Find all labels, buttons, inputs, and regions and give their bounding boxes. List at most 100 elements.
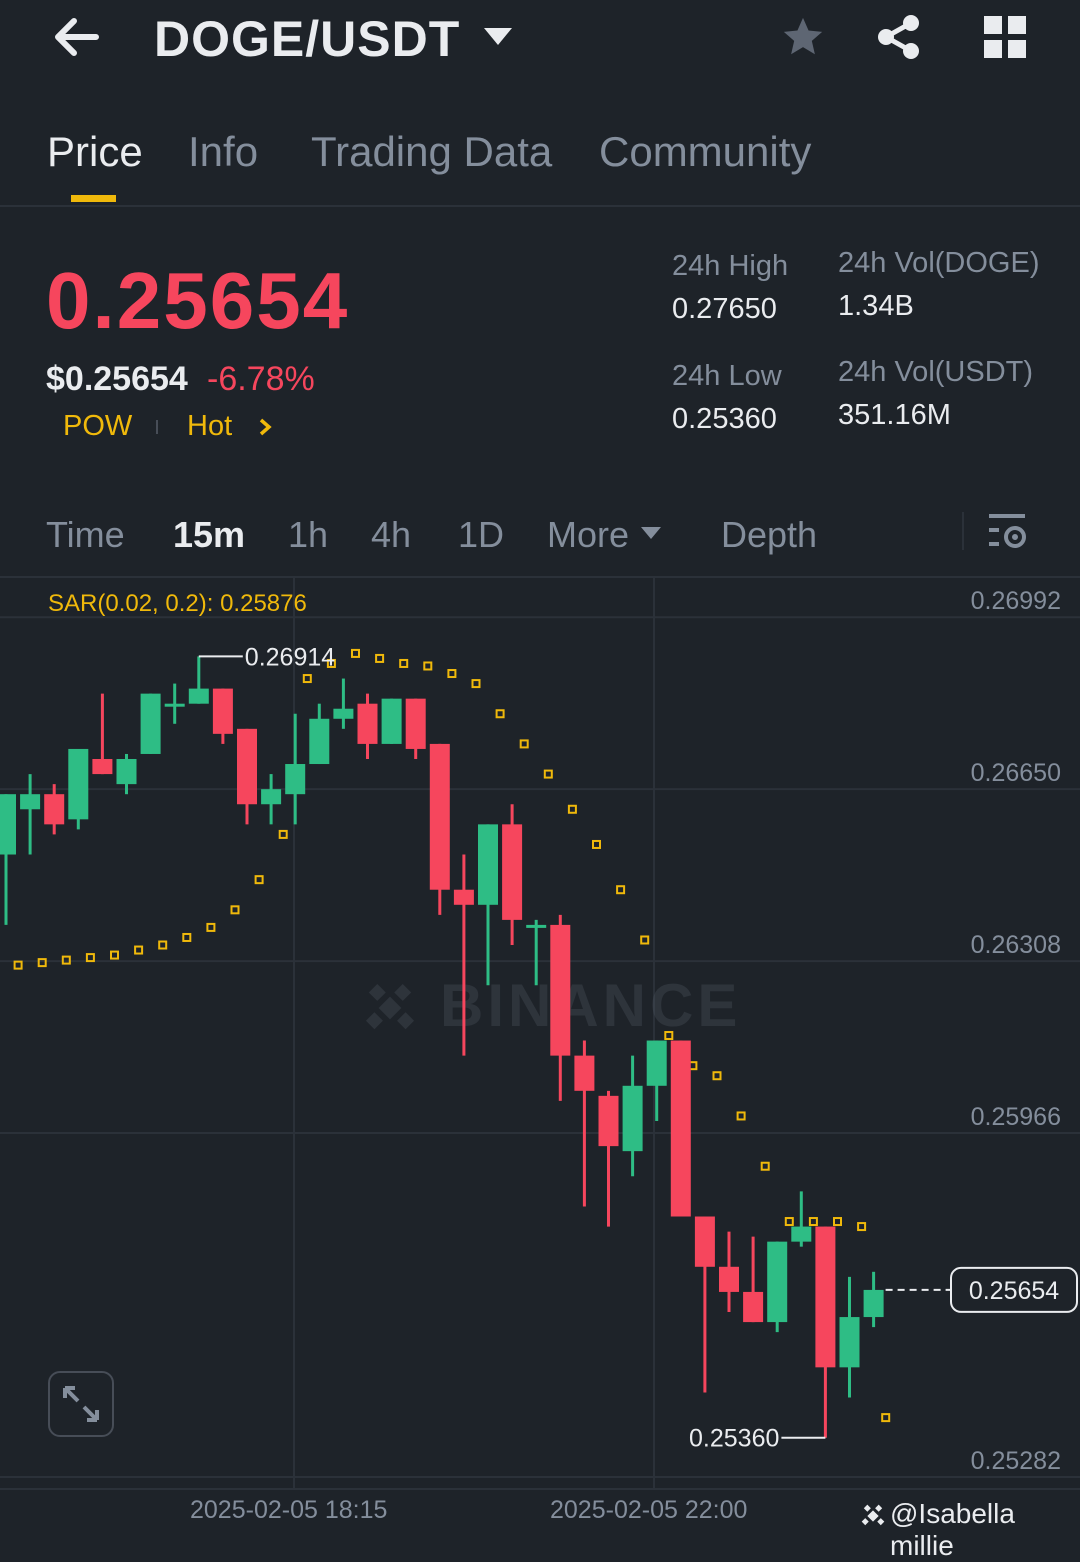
candle-body: [333, 708, 354, 719]
sar-dot: [85, 953, 95, 963]
sar-dot: [471, 679, 481, 689]
candle-body: [188, 688, 209, 704]
timeframe-1h[interactable]: 1h: [288, 514, 328, 556]
y-tick-label: 0.25282: [971, 1447, 1061, 1475]
creator-logo-icon: [859, 1502, 887, 1535]
sar-dot: [254, 875, 264, 885]
candle-body: [502, 824, 523, 920]
candle-body: [0, 794, 16, 855]
timeframe-4h[interactable]: 4h: [371, 514, 411, 556]
y-tick-label: 0.26308: [971, 931, 1061, 959]
sar-dot: [712, 1071, 722, 1081]
candle-body: [405, 698, 426, 749]
chart-area[interactable]: 0.26992 0.26650 0.26308 0.25966 0.25282 BINA…: [0, 578, 1080, 1488]
sar-dot: [784, 1217, 794, 1227]
candle-body: [550, 924, 571, 1056]
y-tick-label: 0.26650: [971, 759, 1061, 787]
watermark-text: BINANCE: [440, 972, 741, 1039]
sar-dot: [230, 905, 240, 915]
candle-body: [791, 1226, 812, 1242]
sar-dot: [206, 922, 216, 932]
expand-icon: [62, 1385, 100, 1428]
sar-dot: [857, 1222, 867, 1232]
vol-usdt-value: 351.16M: [838, 399, 951, 431]
sar-dot: [61, 955, 71, 965]
star-icon[interactable]: [780, 14, 826, 65]
tab-price[interactable]: Price: [47, 128, 143, 176]
sar-dot: [278, 829, 288, 839]
creator-credit: @Isabella millie: [890, 1498, 1015, 1561]
more-caret-icon[interactable]: [641, 527, 661, 545]
tab-trading-data[interactable]: Trading Data: [311, 128, 552, 176]
candle-body: [670, 1040, 691, 1217]
candle-body: [285, 764, 306, 795]
sar-dot: [736, 1111, 746, 1121]
candle-body: [694, 1216, 715, 1267]
sar-dot: [495, 709, 505, 719]
back-arrow-icon[interactable]: [50, 15, 102, 59]
sar-dot: [351, 648, 360, 658]
candle-body: [646, 1040, 667, 1086]
candle-body: [429, 743, 450, 890]
candle-body: [839, 1317, 860, 1368]
timeframe-15m[interactable]: 15m: [173, 514, 245, 556]
candle-body: [68, 748, 89, 820]
x-axis: 2025-02-05 18:15 2025-02-05 22:00 @Isabe…: [0, 1488, 1080, 1561]
tab-active-indicator: [71, 195, 116, 202]
high-label: 24h High: [672, 250, 789, 282]
chart-settings-icon[interactable]: [989, 512, 1027, 555]
candle-body: [20, 794, 41, 810]
candle-body: [478, 824, 498, 905]
sar-dot: [134, 945, 144, 955]
expand-button[interactable]: [48, 1371, 114, 1437]
tab-community[interactable]: Community: [599, 128, 811, 176]
y-tick-label: 0.25966: [971, 1103, 1061, 1131]
sar-dot: [158, 940, 168, 950]
candlestick-chart[interactable]: 0.26992 0.26650 0.26308 0.25966 0.25282 BINA…: [0, 578, 1080, 1488]
timeframe-1d[interactable]: 1D: [458, 514, 504, 556]
sar-dot: [760, 1161, 770, 1171]
timeframe-bar: Time 15m 1h 4h 1D More Depth: [0, 490, 1080, 578]
candle-body: [863, 1289, 884, 1318]
max-price-label: 0.26914: [245, 643, 335, 671]
share-icon[interactable]: [876, 14, 922, 65]
sar-dot: [375, 653, 385, 663]
high-value: 0.27650: [672, 293, 777, 325]
indicator-label[interactable]: SAR(0.02, 0.2): 0.25876: [48, 590, 307, 618]
x-tick-label: 2025-02-05 18:15: [190, 1496, 388, 1524]
tab-info[interactable]: Info: [188, 128, 258, 176]
candle-body: [44, 794, 65, 825]
timeframe-time[interactable]: Time: [46, 514, 125, 556]
sar-dot: [302, 674, 312, 684]
sar-dot: [881, 1413, 891, 1423]
last-price: 0.25654: [46, 256, 350, 345]
tag-pow[interactable]: POW: [63, 410, 132, 443]
tab-bar: Price Info Trading Data Community: [0, 100, 1080, 207]
timeframe-more[interactable]: More: [547, 514, 629, 556]
candle-body: [767, 1241, 788, 1323]
candle-body: [164, 703, 185, 707]
price-change: -6.78%: [207, 360, 315, 398]
grid-icon[interactable]: [984, 16, 1026, 63]
toolbar-divider: [962, 512, 964, 550]
pair-title[interactable]: DOGE/USDT: [154, 10, 460, 68]
sar-dot: [543, 769, 553, 779]
candle-body: [719, 1266, 739, 1292]
candle-body: [815, 1226, 836, 1368]
candle-body: [357, 703, 378, 744]
candle-body: [622, 1085, 643, 1152]
chevron-right-icon[interactable]: [258, 417, 272, 442]
caret-down-icon[interactable]: [484, 28, 512, 51]
candle-body: [526, 924, 547, 928]
tag-hot[interactable]: Hot: [187, 410, 232, 443]
sar-dot: [447, 669, 457, 679]
candle-body: [212, 688, 233, 734]
y-tick-label: 0.26992: [971, 587, 1061, 615]
vol-usdt-label: 24h Vol(USDT): [838, 356, 1034, 388]
candle-body: [92, 758, 113, 775]
candle-body: [743, 1291, 764, 1323]
sar-dot: [592, 839, 601, 849]
candle-body: [574, 1055, 595, 1091]
sar-dot: [519, 739, 529, 749]
depth-tab[interactable]: Depth: [721, 514, 817, 556]
